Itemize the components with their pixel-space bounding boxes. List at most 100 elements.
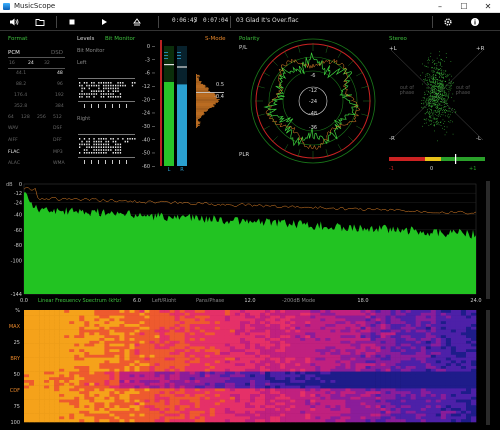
spectrogram-cell (59, 380, 65, 384)
spectrogram-cell (69, 349, 75, 353)
spectrogram-cell (425, 340, 432, 344)
spectrogram-cell (24, 419, 30, 423)
spectrogram-cell (450, 419, 457, 423)
spectrogram-cell (310, 380, 316, 384)
spectrogram-cell (295, 318, 301, 322)
spectrogram-cell (240, 419, 246, 423)
spectrogram-cell (245, 338, 251, 342)
spectrogram-cell (325, 385, 331, 389)
spectrogram-cell (139, 394, 145, 398)
spectrogram-cell (365, 377, 371, 381)
spectrogram-cell (54, 416, 60, 420)
spectrogram-cell (174, 312, 180, 316)
bit-cell (81, 143, 83, 146)
bit-cell (110, 138, 112, 140)
spectrogram-cell (450, 324, 457, 328)
spectrogram-cell (315, 402, 321, 406)
stereo-dot (429, 113, 430, 115)
spectrogram-cell (104, 315, 110, 319)
spectrogram-cell (345, 402, 351, 406)
level-tick (152, 86, 155, 87)
stereo-dot (434, 88, 435, 90)
spectrogram-cell (345, 338, 351, 342)
spectrogram-cell (310, 349, 316, 353)
spectrogram-cell (345, 332, 351, 336)
spectrogram-cell (445, 335, 452, 339)
stereo-dot (444, 110, 445, 112)
spectrogram-cell (109, 371, 115, 375)
spectrogram-cell (460, 349, 467, 353)
stop-icon[interactable] (66, 16, 78, 28)
spectrogram-cell (300, 340, 306, 344)
spectrogram-cell (400, 413, 406, 417)
spectrum-x-tick: 18.0 (357, 298, 368, 302)
spectrogram-cell (395, 419, 401, 423)
spectrogram-cell (184, 340, 190, 344)
spectrogram-cell (154, 310, 160, 314)
spectrogram-cell (59, 410, 65, 414)
maximize-button[interactable]: ☐ (452, 0, 476, 13)
stereo-dot (443, 73, 445, 75)
spectrogram-cell (234, 312, 241, 316)
spectrogram-cell (94, 335, 100, 339)
spectrogram-cell (69, 399, 75, 403)
spectrogram-cell (380, 380, 386, 384)
spectrogram-cell (250, 368, 256, 372)
spectrogram-cell (84, 326, 90, 330)
stereo-dot (431, 106, 432, 108)
spectrogram-cell (315, 349, 321, 353)
correlation-marker (455, 154, 457, 164)
close-button[interactable]: ✕ (476, 0, 500, 13)
spectrogram-cell (345, 416, 351, 420)
spectrogram-cell (300, 321, 306, 325)
eject-icon[interactable] (131, 16, 143, 28)
spectrogram-cell (330, 391, 336, 395)
info-icon[interactable] (469, 16, 481, 28)
smode-bar (196, 88, 209, 90)
minimize-button[interactable]: – (428, 0, 452, 13)
stereo-dot (437, 120, 438, 122)
polarity-pl: P/L (239, 45, 248, 51)
spectrogram-cell (330, 408, 336, 412)
spectrum-scrollbar[interactable] (486, 181, 490, 299)
spectrogram-cell (109, 340, 115, 344)
spectrogram-cell (385, 391, 391, 395)
spectrogram-cell (214, 360, 221, 364)
spectrogram-cell (290, 391, 296, 395)
spectrogram-cell (54, 346, 60, 350)
spectrogram-cell (139, 318, 145, 322)
spectrogram-cell (350, 324, 356, 328)
spectrogram-cell (340, 377, 346, 381)
settings-icon[interactable] (442, 16, 454, 28)
spectrogram-cell (400, 396, 406, 400)
spectrogram-cell (395, 366, 401, 370)
play-icon[interactable] (98, 16, 110, 28)
folder-icon[interactable] (34, 16, 46, 28)
spectrogram-cell (245, 382, 251, 386)
spectrogram-cell (305, 349, 311, 353)
stereo-dot (427, 84, 429, 85)
spectrogram-cell (471, 357, 477, 361)
spectrogram-cell (89, 380, 95, 384)
spectrogram-cell (179, 357, 185, 361)
spectrogram-scrollbar[interactable] (486, 310, 490, 425)
spectrogram-cell (219, 394, 226, 398)
stereo-dot (426, 98, 428, 100)
spectrogram-cell (275, 419, 281, 423)
spectrogram-cell (445, 371, 452, 375)
spectrogram-cell (245, 326, 251, 330)
spectrogram-cell (415, 374, 421, 378)
spectrogram-cell (174, 413, 180, 417)
spectrogram-cell (315, 399, 321, 403)
spectrogram-cell (425, 374, 432, 378)
rate-44: 44.1 (16, 71, 27, 76)
smode-bar (196, 83, 204, 85)
volume-icon[interactable] (8, 16, 20, 28)
spectrogram-cell (450, 388, 457, 392)
spectrogram-cell (285, 366, 291, 370)
stereo-dot (430, 94, 431, 96)
spectrogram-cell (94, 340, 100, 344)
spectrogram-cell (144, 408, 150, 412)
spectrogram-cell (240, 380, 246, 384)
spectrogram-cell (104, 402, 110, 406)
